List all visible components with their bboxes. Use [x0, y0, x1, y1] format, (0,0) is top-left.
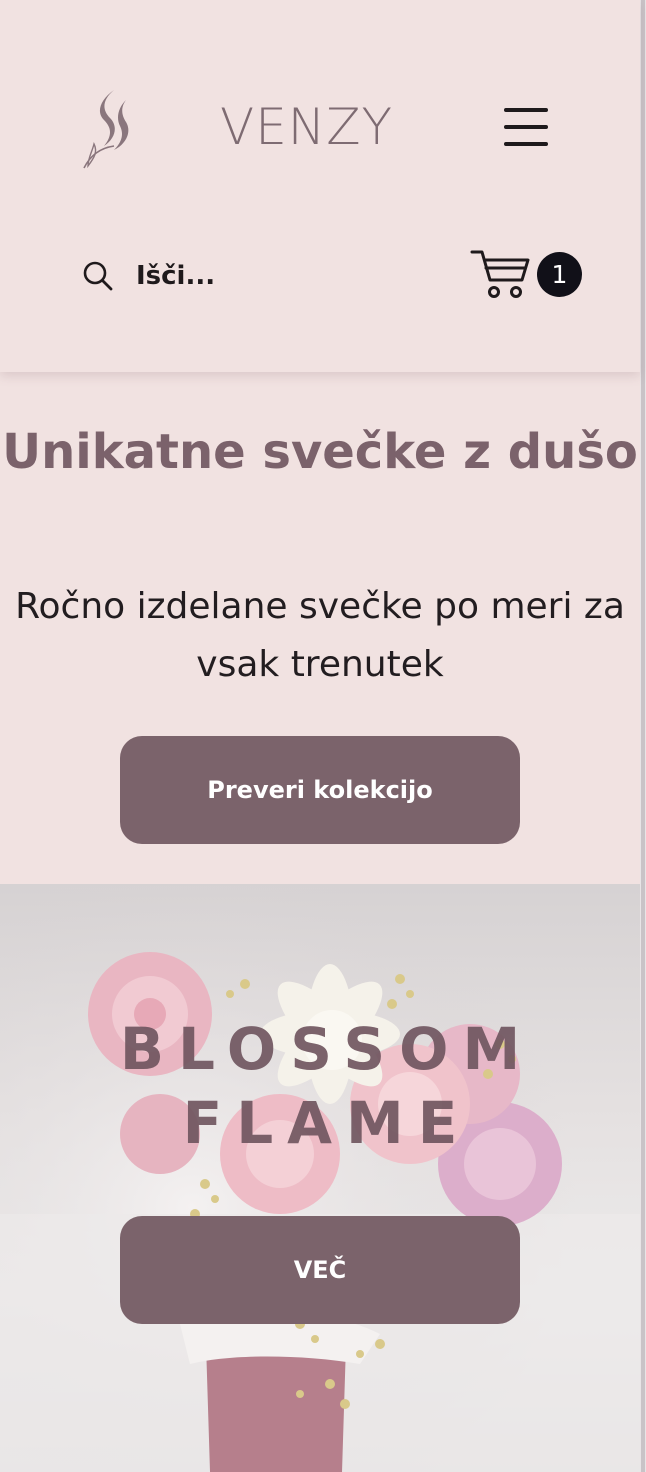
view-collection-button[interactable]: Preveri kolekcijo: [120, 736, 520, 844]
flame-swirl-logo-icon[interactable]: [80, 86, 136, 170]
scrollbar-thumb[interactable]: [641, 0, 645, 1472]
hero-section: Unikatne svečke z dušo Ročno izdelane sv…: [0, 372, 640, 884]
hamburger-menu-icon[interactable]: [500, 104, 550, 150]
hero-subtitle: Ročno izdelane svečke po meri za vsak tr…: [0, 578, 640, 694]
search-label: Išči...: [136, 261, 215, 291]
search-button[interactable]: Išči...: [82, 258, 215, 294]
candle-bouquet-image: [0, 884, 640, 1472]
brand-name[interactable]: VENZY: [220, 98, 393, 156]
hero-title: Unikatne svečke z dušo: [0, 416, 640, 488]
search-icon: [82, 260, 114, 292]
more-button[interactable]: VEČ: [120, 1216, 520, 1324]
cart-icon[interactable]: [470, 248, 532, 300]
site-header: VENZY Išči... 1: [0, 0, 640, 372]
cart-count-badge[interactable]: 1: [537, 252, 582, 297]
blossom-flame-banner[interactable]: BLOSSOM FLAME VEČ: [0, 884, 640, 1472]
banner-title: BLOSSOM FLAME: [0, 1012, 640, 1160]
